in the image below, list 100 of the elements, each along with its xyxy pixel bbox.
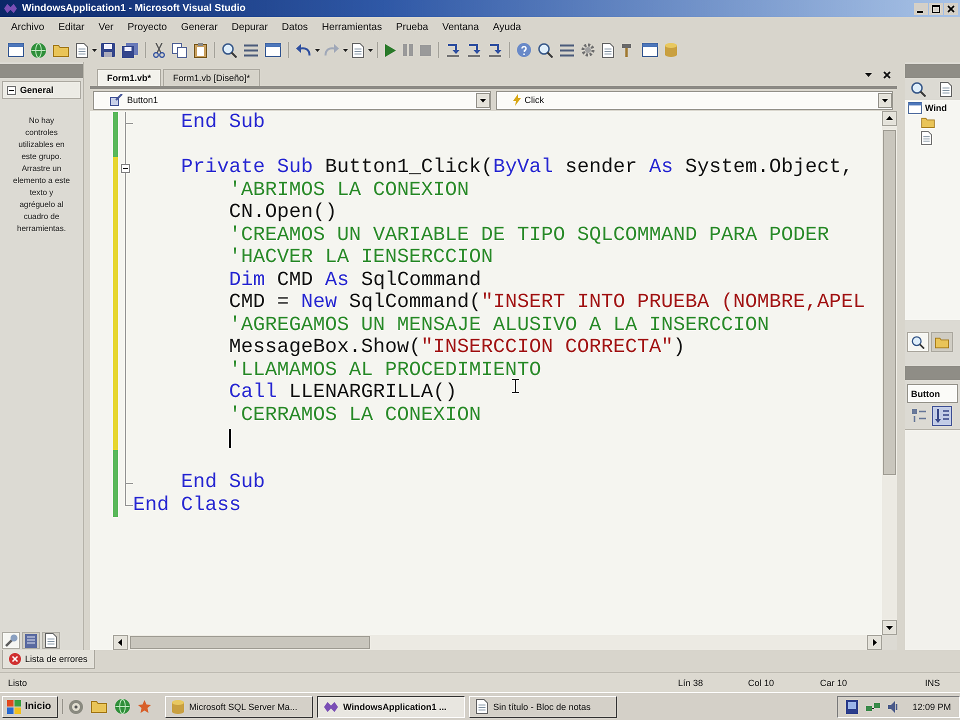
menu-item[interactable]: Ver	[98, 22, 114, 33]
code-editor[interactable]	[90, 111, 897, 650]
search-icon[interactable]	[222, 42, 237, 58]
menu-item[interactable]: Archivo	[11, 22, 44, 33]
folder-icon[interactable]	[53, 44, 69, 56]
empty-group-message: No hay controles utilizables en este grupo. Arrastre un elemento a este texto y agréguelo al cuadro de herramientas.	[12, 115, 71, 235]
code-line: CMD = New SqlCommand("INSERT INTO PRUEBA (NOMBRE,APEL	[229, 292, 866, 314]
error-list-tab[interactable]: Lista de errores	[2, 650, 95, 669]
menu-item[interactable]: Generar	[180, 22, 218, 33]
list-icon[interactable]	[244, 44, 258, 56]
undo-icon[interactable]	[296, 44, 311, 56]
column-indicator: Col 10	[748, 678, 776, 688]
caret-icon[interactable]	[878, 92, 892, 108]
globe-icon[interactable]	[115, 699, 130, 714]
caret-icon[interactable]	[865, 73, 872, 77]
collapse-icon[interactable]	[7, 86, 16, 94]
page-icon[interactable]	[76, 42, 88, 58]
disc-icon[interactable]	[69, 700, 84, 714]
maximize-icon[interactable]	[929, 2, 943, 14]
step-arrow-icon[interactable]	[446, 43, 460, 57]
menu-item[interactable]: Datos	[282, 22, 308, 33]
search-icon	[911, 336, 925, 348]
code-line: End Sub	[181, 472, 266, 494]
document-tab[interactable]: Form1.vb*	[97, 69, 162, 86]
panel-title-bar	[905, 366, 960, 380]
document-tab[interactable]: Form1.vb [Diseño]*	[163, 69, 260, 86]
vertical-scrollbar[interactable]	[882, 111, 897, 635]
window-title: WindowsApplication1 - Microsoft Visual Studio	[22, 3, 246, 14]
code-line: MessageBox.Show("INSERCCION CORRECTA")	[229, 337, 686, 360]
taskbar-button[interactable]: WindowsApplication1 ...	[317, 696, 466, 718]
menu-item[interactable]: Ayuda	[492, 22, 522, 33]
menu-item[interactable]: Depurar	[232, 22, 268, 33]
taskbar-button[interactable]: Microsoft SQL Server Ma...	[165, 696, 314, 718]
scrollbar-thumb[interactable]	[883, 130, 896, 475]
code-line: Private Sub Button1_Click(ByVal sender As System.Object,	[181, 157, 854, 180]
group-header[interactable]: General	[2, 81, 81, 99]
app-icon	[4, 3, 17, 14]
step-arrow-icon[interactable]	[467, 43, 481, 57]
page-icon[interactable]	[602, 42, 614, 58]
scrollbar-thumb[interactable]	[130, 636, 370, 649]
help-icon[interactable]	[517, 43, 531, 57]
view-toggle[interactable]	[932, 406, 952, 426]
window-icon[interactable]	[8, 43, 24, 57]
menu-item[interactable]: Herramientas	[322, 22, 382, 33]
globe-icon[interactable]	[31, 42, 46, 58]
step-arrow-icon[interactable]	[488, 43, 502, 57]
page-icon[interactable]	[352, 42, 364, 58]
page-icon[interactable]	[921, 130, 932, 144]
menu-item[interactable]: Ventana	[442, 22, 479, 33]
scroll-down-icon[interactable]	[882, 620, 897, 635]
collapse-icon[interactable]	[121, 164, 130, 173]
play-icon[interactable]	[385, 44, 396, 56]
object-dropdown[interactable]: Button	[907, 384, 958, 403]
floppy-disks-icon[interactable]	[122, 42, 138, 58]
menu-item[interactable]: Editar	[58, 22, 84, 33]
panel-tab[interactable]	[907, 332, 929, 352]
text-cursor	[229, 428, 231, 448]
list-icon[interactable]	[560, 44, 574, 56]
scroll-right-icon[interactable]	[867, 635, 882, 650]
method-dropdown[interactable]: Click	[496, 90, 893, 110]
start-button[interactable]: Inicio	[2, 696, 58, 718]
caret-icon[interactable]	[92, 48, 97, 52]
close-icon[interactable]	[944, 2, 958, 14]
code-line: Call LLENARGRILLA()	[229, 382, 458, 404]
caret-icon[interactable]	[476, 92, 490, 108]
horizontal-scrollbar[interactable]	[113, 635, 882, 650]
minimize-icon[interactable]	[914, 2, 928, 14]
close-icon[interactable]	[883, 71, 891, 79]
tree-item[interactable]: Wind	[905, 100, 960, 115]
clipboard-icon[interactable]	[194, 42, 207, 58]
panel-tab[interactable]	[42, 632, 60, 649]
folder-icon[interactable]	[921, 117, 935, 128]
folder-icon[interactable]	[91, 700, 108, 713]
speaker-icon[interactable]	[888, 700, 898, 712]
taskbar-button[interactable]: Sin título - Bloc de notas	[469, 696, 618, 718]
star-icon[interactable]	[138, 700, 152, 713]
ibeam-cursor-icon	[512, 379, 519, 393]
copy-icon[interactable]	[172, 42, 187, 58]
panel-tab[interactable]	[22, 632, 40, 649]
caret-icon[interactable]	[315, 48, 320, 52]
menu-item[interactable]: Proyecto	[128, 22, 167, 33]
caret-icon[interactable]	[343, 48, 348, 52]
menu-item[interactable]: Prueba	[396, 22, 428, 33]
monitor-icon[interactable]	[846, 700, 858, 714]
scroll-up-icon[interactable]	[882, 111, 897, 126]
panel-tab[interactable]	[2, 632, 20, 649]
scissors-icon[interactable]	[153, 42, 165, 58]
network-icon[interactable]	[866, 700, 880, 712]
page-icon	[45, 633, 57, 648]
code-line: Dim CMD As SqlCommand	[229, 270, 482, 292]
gear-icon[interactable]	[581, 43, 595, 57]
server-icon	[25, 634, 37, 648]
window-icon[interactable]	[265, 43, 281, 57]
class-dropdown[interactable]: Button1	[93, 90, 490, 110]
search-icon[interactable]	[911, 82, 926, 96]
scroll-left-icon[interactable]	[113, 635, 128, 650]
caret-icon[interactable]	[368, 48, 373, 52]
search-icon[interactable]	[538, 42, 553, 58]
window-icon[interactable]	[642, 43, 658, 57]
page-icon[interactable]	[940, 82, 952, 96]
